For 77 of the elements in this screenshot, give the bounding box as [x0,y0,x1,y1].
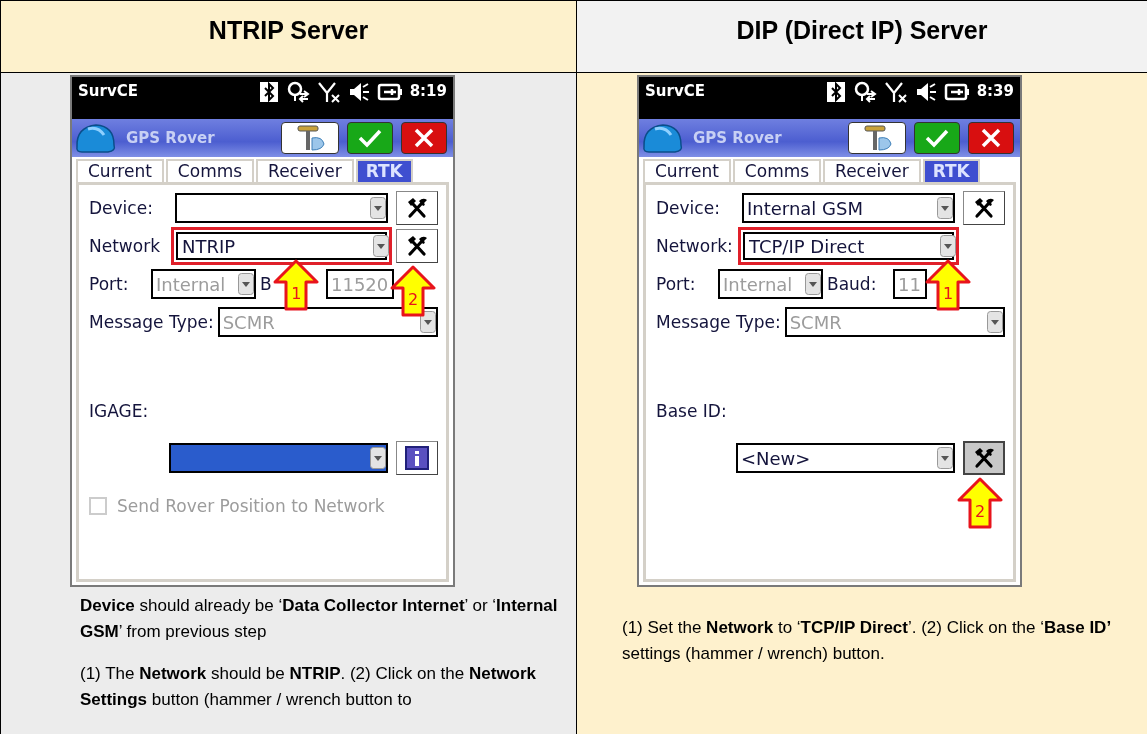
close-icon [413,127,435,149]
settings-button[interactable] [396,191,438,225]
info-icon [405,446,429,470]
no-signal-icon [316,81,341,103]
confirm-button[interactable] [347,122,393,154]
check-icon [924,127,950,149]
no-signal-icon [883,81,908,103]
bluetooth-icon [825,81,846,103]
tab[interactable]: Comms [732,159,822,182]
dropdown-field[interactable]: TCP/IP Direct [738,227,959,265]
hammer-wrench-icon [405,235,429,257]
speaker-icon [347,81,370,103]
dropdown-field[interactable]: NTRIP [171,227,392,265]
battery-icon [943,81,970,103]
sync-icon [852,81,877,103]
close-icon [980,127,1002,149]
field-label: Device: [89,198,154,218]
check-icon [357,127,383,149]
tab[interactable]: Receiver [823,159,921,182]
callout-arrow [390,265,436,317]
app-name: SurvCE [645,81,706,101]
dropdown-field[interactable] [175,193,388,223]
close-button[interactable] [968,122,1014,154]
speaker-icon [914,81,937,103]
callout-number: 2 [406,291,420,309]
field-label: Device: [656,198,721,218]
bluetooth-icon [258,81,279,103]
dropdown-field[interactable] [169,443,388,473]
tab[interactable]: RTK [355,159,413,182]
column-header: DIP (Direct IP) Server [577,1,1147,73]
sync-icon [285,81,310,103]
instruction-text: (1) Set the Network to ‘TCP/IP Direct’. (2) Click on the ‘Base ID’ settings (hammer / wrench) button. [622,617,1113,665]
tab[interactable]: Current [76,159,164,182]
window-title: GPS Rover [126,129,216,147]
field-label: Port: [89,274,130,294]
helmet-icon [641,121,685,155]
hammer-wrench-icon [972,447,996,469]
tab[interactable]: Comms [165,159,255,182]
field-label: Baud: [827,274,877,294]
dropdown-field[interactable]: <New> [736,443,955,473]
tab[interactable]: Current [643,159,731,182]
column-header: NTRIP Server [1,1,577,73]
field-label: B [260,274,272,294]
hammer-wrench-icon [972,197,996,219]
helmet-icon [74,121,118,155]
callout-arrow [925,259,971,311]
settings-button[interactable] [963,441,1005,475]
field-label: Network [89,236,161,256]
callout-arrow [957,477,1003,529]
tab[interactable]: RTK [922,159,980,182]
hammer-wrench-icon [405,197,429,219]
window-title: GPS Rover [693,129,783,147]
tab[interactable]: Receiver [256,159,354,182]
field-label: Message Type: [656,312,781,332]
receiver-button[interactable] [848,122,906,154]
field-label: Base ID: [656,401,727,421]
field-label: Message Type: [89,312,214,332]
app-name: SurvCE [78,81,139,101]
close-button[interactable] [401,122,447,154]
field-label: Port: [656,274,697,294]
instruction-text: (1) The Network should be NTRIP. (2) Click on the Network Settings button (hammer / wrench button to [80,663,538,711]
clock-time: 8:39 [976,81,1014,101]
dropdown-field[interactable]: Internal GSM [742,193,955,223]
callout-number: 1 [941,285,955,303]
field-label: Network: [656,236,734,256]
field-label: IGAGE: [89,401,149,421]
confirm-button[interactable] [914,122,960,154]
clock-time: 8:19 [409,81,447,101]
info-button[interactable] [396,441,438,475]
battery-icon [376,81,403,103]
instruction-text: Device should already be ‘Data Collector Internet’ or ‘Internal GSM’ from previous step [80,595,559,643]
settings-button[interactable] [396,229,438,263]
settings-button[interactable] [963,191,1005,225]
receiver-button[interactable] [281,122,339,154]
callout-number: 2 [973,503,987,521]
callout-arrow [273,259,320,311]
callout-number: 1 [290,285,303,303]
